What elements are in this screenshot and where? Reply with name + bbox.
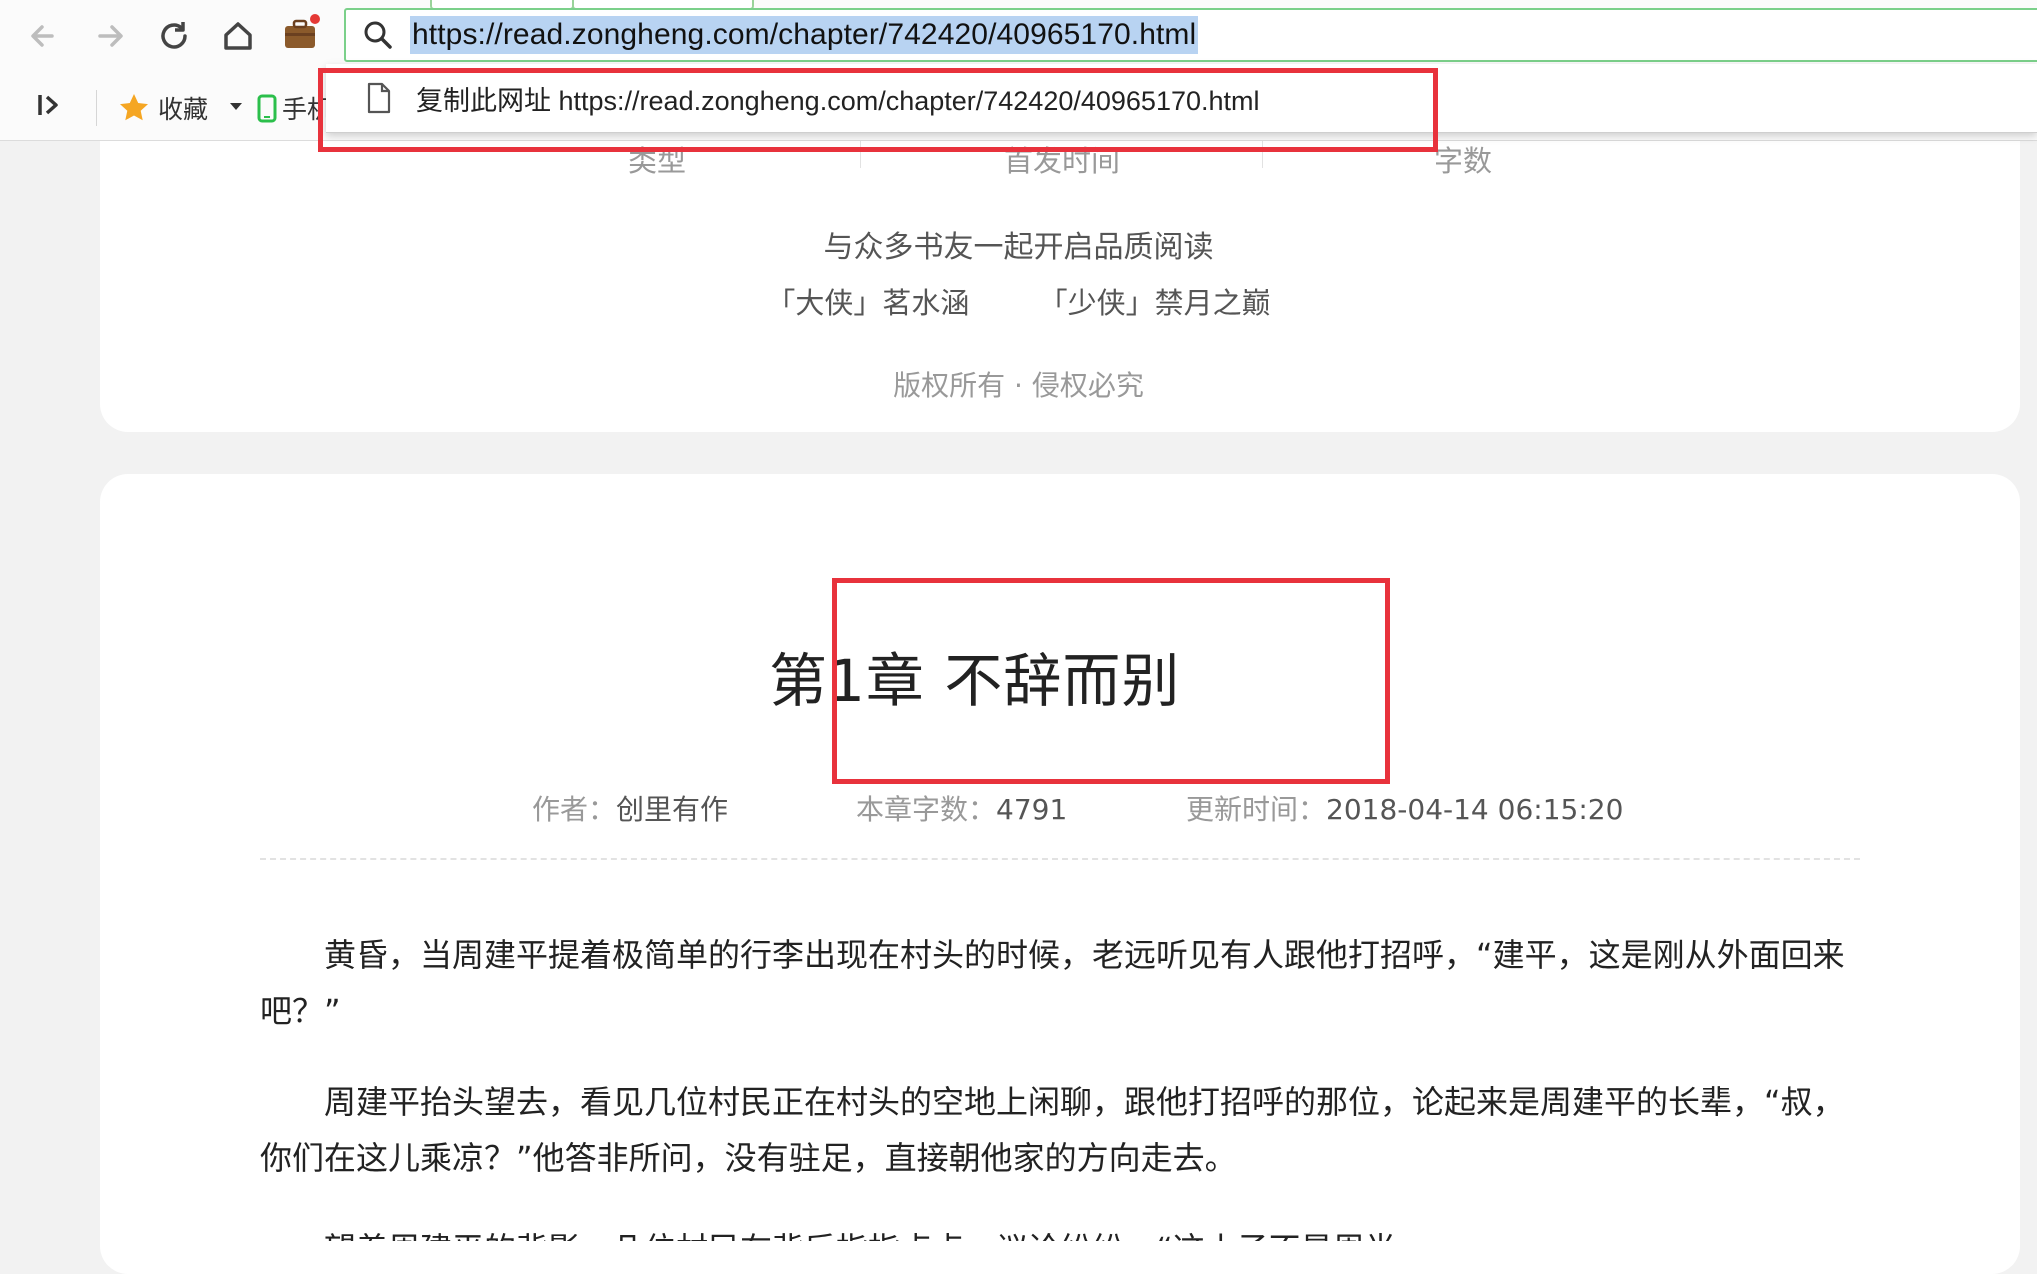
sidebar-toggle-button[interactable] <box>34 90 64 120</box>
search-icon <box>346 19 410 51</box>
reload-icon <box>161 22 187 49</box>
favorites-dropdown[interactable] <box>226 90 246 122</box>
reload-button[interactable] <box>148 10 200 62</box>
wordcount-label: 本章字数： <box>856 793 997 826</box>
divider <box>860 138 861 168</box>
divider <box>1262 138 1263 168</box>
address-bar[interactable]: https://read.zongheng.com/chapter/742420… <box>344 8 2037 62</box>
copyright-notice: 版权所有 · 侵权必究 <box>893 369 1144 402</box>
copy-url-label: 复制此网址 https://read.zongheng.com/chapter/… <box>416 85 1260 116</box>
wordcount-value: 4791 <box>996 793 1068 826</box>
favorites-button[interactable]: 收藏 <box>118 90 208 126</box>
chapter-wordcount: 本章字数：4791 <box>856 788 1067 828</box>
sidebar-toggle-icon <box>38 95 58 115</box>
reading-slogan: 与众多书友一起开启品质阅读 <box>823 230 1214 265</box>
author-name[interactable]: 创里有作 <box>616 793 728 826</box>
dashed-divider <box>260 858 1860 860</box>
author-title-shaoxia[interactable]: 「少侠」禁月之巅 <box>1039 286 1271 320</box>
chapter-paragraph: 黄昏，当周建平提着极简单的行李出现在村头的时候，老远听见有人跟他打招呼，“建平，… <box>260 936 1845 1030</box>
home-icon <box>224 22 252 50</box>
favorites-label: 收藏 <box>158 95 209 124</box>
author-label: 作者： <box>532 793 617 826</box>
bookmark-phone-label: 手机 <box>282 95 333 124</box>
home-button[interactable] <box>212 10 264 62</box>
arrow-left-icon <box>31 25 54 47</box>
chapter-paragraph: 望着周建平的背影，几位村民在背后指指点点，议论纷纷。“这小子不是周半 <box>260 1221 1860 1241</box>
meta-header-first-published: 首发时间 <box>1004 144 1121 178</box>
caret-down-icon <box>230 103 242 110</box>
back-button[interactable] <box>18 10 70 62</box>
url-suggestion-dropdown: 复制此网址 https://read.zongheng.com/chapter/… <box>326 64 2037 133</box>
chapter-paragraph: 周建平抬头望去，看见几位村民正在村头的空地上闲聊，跟他打招呼的那位，论起来是周建… <box>260 1083 1845 1177</box>
star-icon <box>120 94 148 121</box>
updated-value: 2018-04-14 06:15:20 <box>1326 793 1624 826</box>
author-titles: 「大侠」茗水涵 「少侠」禁月之巅 <box>0 280 2037 322</box>
phone-icon <box>257 94 277 123</box>
arrow-right-icon <box>98 25 123 47</box>
address-url[interactable]: https://read.zongheng.com/chapter/742420… <box>410 16 1199 54</box>
meta-header-type: 类型 <box>628 144 687 178</box>
document-icon <box>366 82 392 114</box>
briefcase-icon <box>285 14 320 48</box>
chapter-title: 第1章 不辞而别 <box>769 647 1181 715</box>
author-title-daxia[interactable]: 「大侠」茗水涵 <box>766 286 969 320</box>
copy-url-suggestion[interactable]: 复制此网址 https://read.zongheng.com/chapter/… <box>366 64 1260 132</box>
chapter-updated: 更新时间：2018-04-14 06:15:20 <box>1186 788 1623 828</box>
updated-label: 更新时间： <box>1186 793 1327 826</box>
book-meta-headers: 类型 首发时间 字数 <box>0 138 2037 178</box>
meta-header-wordcount: 字数 <box>1434 144 1493 178</box>
forward-button[interactable] <box>84 10 136 62</box>
toolbox-button[interactable] <box>274 8 326 60</box>
bookmark-phone[interactable]: 手机 <box>256 90 332 126</box>
chapter-author: 作者：创里有作 <box>532 788 728 828</box>
bookmarks-bar: 收藏 手机 <box>0 78 340 134</box>
divider <box>96 90 97 126</box>
